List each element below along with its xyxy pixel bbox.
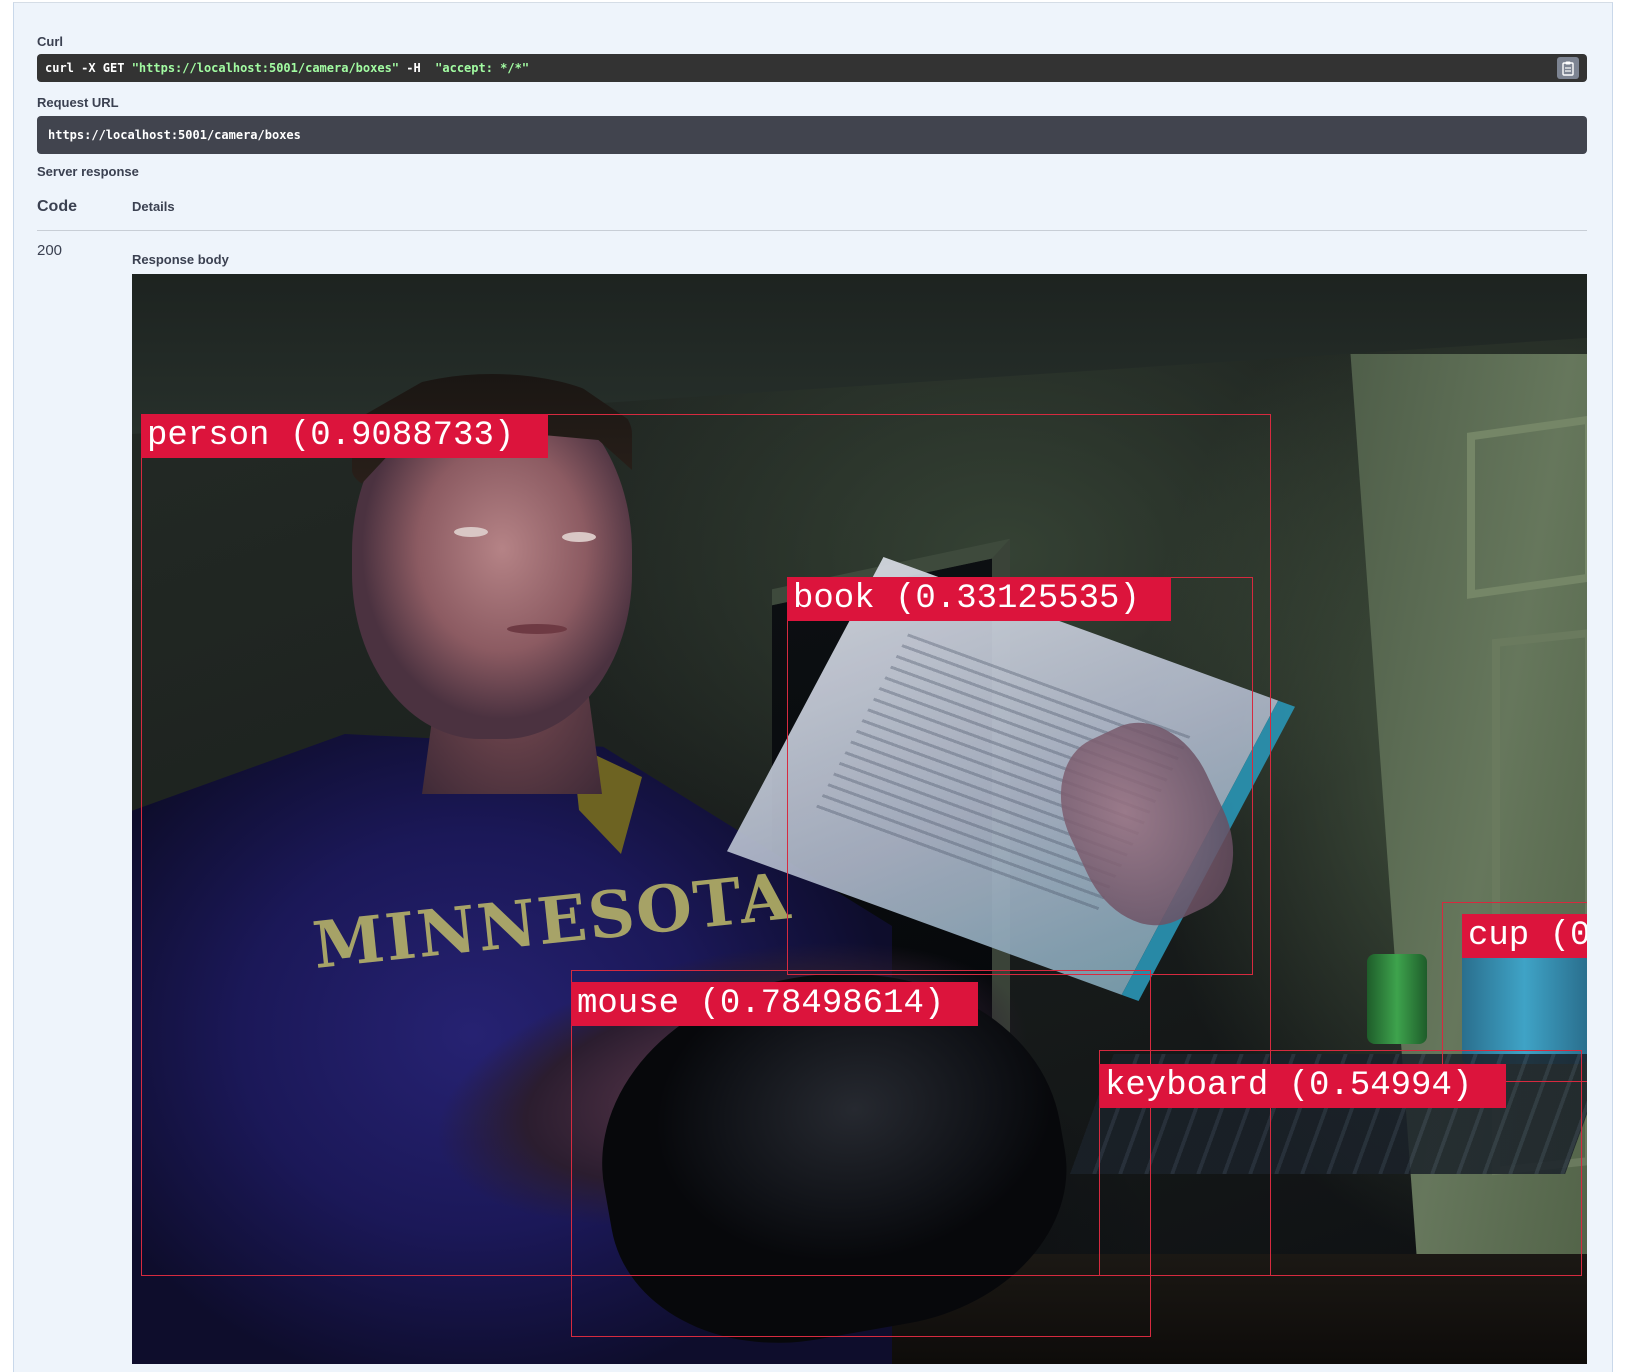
book-detection-label: book (0.33125535) — [787, 577, 1171, 621]
clipboard-icon — [1562, 61, 1574, 76]
scene-can — [1367, 954, 1427, 1044]
mouse-detection-label: mouse (0.78498614) — [571, 982, 978, 1026]
header-divider — [37, 230, 1587, 231]
scene-door-panel — [1467, 415, 1587, 599]
curl-mid: -H — [399, 61, 436, 75]
person-detection-label: person (0.9088733) — [141, 414, 548, 458]
response-body-label: Response body — [132, 252, 229, 267]
server-response-label: Server response — [37, 164, 139, 179]
book-detection-box — [787, 577, 1253, 975]
request-url-value[interactable]: https://localhost:5001/camera/boxes — [37, 116, 1587, 154]
request-url-label: Request URL — [37, 95, 119, 110]
cup-detection-label: cup (0 — [1462, 914, 1587, 958]
curl-prefix: curl -X GET — [45, 61, 132, 75]
curl-label: Curl — [37, 34, 63, 49]
response-body-image: MINNESOTA person (0.9088733) book (0.331… — [132, 274, 1587, 1364]
copy-to-clipboard-button[interactable] — [1557, 57, 1579, 79]
details-column-header: Details — [132, 199, 175, 214]
curl-url: "https://localhost:5001/camera/boxes" — [131, 61, 400, 75]
curl-header: "accept: */*" — [435, 61, 530, 75]
code-column-header: Code — [37, 198, 77, 215]
keyboard-detection-label: keyboard (0.54994) — [1099, 1064, 1506, 1108]
curl-command[interactable]: curl -X GET "https://localhost:5001/came… — [37, 54, 1587, 82]
status-code: 200 — [37, 242, 63, 259]
